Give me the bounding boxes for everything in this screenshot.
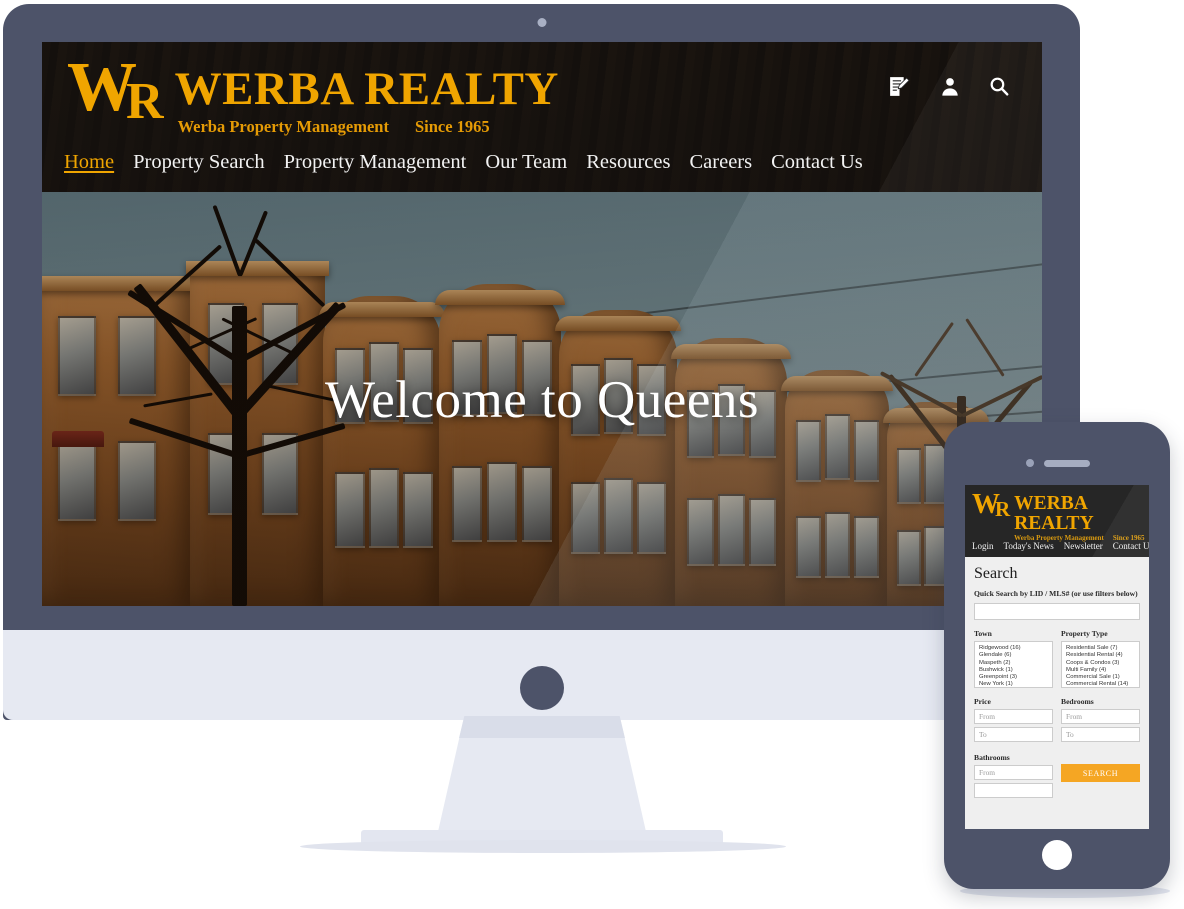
nav-item-home[interactable]: Home	[64, 151, 114, 174]
nav-item-property-management[interactable]: Property Management	[284, 151, 467, 174]
header-icon-group	[887, 74, 1010, 99]
bathrooms-from-input[interactable]: From	[974, 765, 1053, 781]
logo-brand-name: WERBA REALTY	[174, 63, 559, 115]
mobile-site-logo[interactable]: WR WERBA REALTY Werba Property Managemen…	[972, 491, 1149, 543]
property-type-option[interactable]: Coops & Condos (3)	[1066, 660, 1135, 667]
desktop-screen: WR WERBA REALTY Werba Property Managemen…	[42, 42, 1042, 606]
user-account-icon[interactable]	[939, 75, 961, 98]
mobile-screen: WR WERBA REALTY Werba Property Managemen…	[965, 485, 1149, 829]
property-type-option[interactable]: Commercial Rental (14)	[1066, 681, 1135, 687]
mobile-logo-brand-name: WERBA REALTY	[1014, 493, 1094, 534]
quick-search-input[interactable]	[974, 603, 1140, 621]
form-edit-icon[interactable]	[887, 74, 912, 99]
monitor-chin	[3, 630, 1080, 720]
search-icon[interactable]	[988, 75, 1010, 98]
mobile-logo-since: Since 1965	[1112, 534, 1145, 542]
hero-title: Welcome to Queens	[325, 371, 759, 429]
earpiece-speaker-icon	[1044, 460, 1090, 467]
nav-item-careers[interactable]: Careers	[690, 151, 753, 174]
bedrooms-to-input[interactable]: To	[1061, 727, 1140, 743]
mobile-logo-monogram-r: R	[995, 497, 1010, 521]
front-camera-icon	[1026, 459, 1034, 467]
mobile-search-panel: Search Quick Search by LID / MLS# (or us…	[965, 557, 1149, 829]
hero-banner: Welcome to Queens	[42, 192, 1042, 606]
bedrooms-from-input[interactable]: From	[1061, 709, 1140, 725]
bathrooms-label: Bathrooms	[974, 753, 1010, 763]
town-option[interactable]: Maspeth (2)	[979, 660, 1048, 667]
webcam-icon	[537, 18, 546, 27]
logo-monogram: WR	[67, 53, 163, 128]
price-to-input[interactable]: To	[974, 727, 1053, 743]
bathrooms-to-input[interactable]	[974, 783, 1053, 799]
site-header: WR WERBA REALTY Werba Property Managemen…	[42, 42, 1042, 192]
site-logo[interactable]: WR WERBA REALTY Werba Property Managemen…	[67, 53, 559, 137]
price-label: Price	[974, 697, 991, 707]
mobile-nav-item-contact-us[interactable]: Contact Us	[1113, 541, 1149, 551]
mobile-logo-monogram: WR	[972, 491, 1010, 520]
monitor-shadow	[300, 840, 786, 853]
property-type-option[interactable]: Residential Rental (4)	[1066, 652, 1135, 659]
town-option[interactable]: New York (1)	[979, 681, 1048, 687]
property-type-option[interactable]: Multi Family (4)	[1066, 667, 1135, 674]
mobile-nav-item-login[interactable]: Login	[972, 541, 994, 551]
property-type-option[interactable]: Commercial Sale (1)	[1066, 674, 1135, 681]
main-navigation: Home Property Search Property Management…	[64, 151, 863, 174]
mockup-stage: WR WERBA REALTY Werba Property Managemen…	[0, 0, 1184, 909]
property-type-option[interactable]: Residential Sale (7)	[1066, 645, 1135, 652]
search-button[interactable]: SEARCH	[1061, 764, 1140, 783]
town-listbox[interactable]: Ridgewood (16) Glendale (6) Maspeth (2) …	[974, 641, 1053, 689]
logo-monogram-w: W	[67, 49, 137, 126]
quick-search-label: Quick Search by LID / MLS# (or use filte…	[974, 589, 1138, 598]
logo-tagline: Werba Property Management	[177, 117, 389, 136]
nav-item-property-search[interactable]: Property Search	[133, 151, 265, 174]
monitor-stand-neck-highlight	[459, 716, 625, 738]
mobile-nav-item-newsletter[interactable]: Newsletter	[1064, 541, 1103, 551]
mobile-nav-item-todays-news[interactable]: Today's News	[1004, 541, 1054, 551]
town-option[interactable]: Greenpoint (3)	[979, 674, 1048, 681]
phone-home-button[interactable]	[1042, 840, 1072, 870]
town-label: Town	[974, 629, 992, 639]
town-option[interactable]: Bushwick (1)	[979, 667, 1048, 674]
nav-item-contact-us[interactable]: Contact Us	[771, 151, 863, 174]
nav-item-our-team[interactable]: Our Team	[485, 151, 567, 174]
monitor-power-button[interactable]	[519, 666, 564, 710]
desktop-monitor-mockup: WR WERBA REALTY Werba Property Managemen…	[3, 4, 1080, 720]
mobile-phone-mockup: WR WERBA REALTY Werba Property Managemen…	[944, 422, 1170, 889]
property-type-label: Property Type	[1061, 629, 1108, 639]
mobile-logo-monogram-w: W	[972, 489, 1000, 520]
town-option[interactable]: Glendale (6)	[979, 652, 1048, 659]
town-option[interactable]: Ridgewood (16)	[979, 645, 1048, 652]
logo-since: Since 1965	[414, 117, 490, 136]
bedrooms-label: Bedrooms	[1061, 697, 1094, 707]
logo-monogram-r: R	[126, 73, 163, 130]
search-heading: Search	[974, 565, 1018, 582]
property-type-listbox[interactable]: Residential Sale (7) Residential Rental …	[1061, 641, 1140, 689]
nav-item-resources[interactable]: Resources	[586, 151, 670, 174]
mobile-site-header: WR WERBA REALTY Werba Property Managemen…	[965, 485, 1149, 557]
price-from-input[interactable]: From	[974, 709, 1053, 725]
mobile-navigation: Login Today's News Newsletter Contact Us	[972, 541, 1149, 551]
